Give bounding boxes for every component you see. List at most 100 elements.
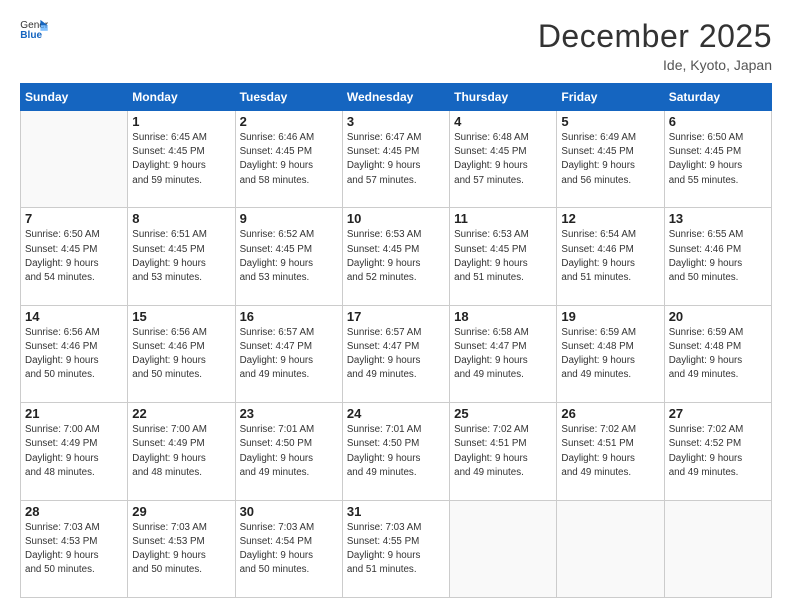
logo-icon: General Blue — [20, 18, 48, 40]
calendar-week-row: 7 Sunrise: 6:50 AMSunset: 4:45 PMDaylight… — [21, 208, 772, 305]
cell-info: Sunrise: 7:01 AMSunset: 4:50 PMDaylight:… — [240, 423, 338, 480]
svg-text:Blue: Blue — [20, 30, 42, 40]
cell-info: Sunrise: 6:58 AMSunset: 4:47 PMDaylight:… — [454, 326, 552, 383]
day-number: 23 — [240, 406, 338, 421]
col-thursday: Thursday — [450, 84, 557, 111]
table-row: 8Sunrise: 6:51 AMSunset: 4:45 PMDaylight… — [128, 208, 235, 305]
table-row: 18 Sunrise: 6:58 AMSunset: 4:47 PMDayligh… — [450, 305, 557, 402]
table-row: 10 Sunrise: 6:53 AMSunset: 4:45 PMDayligh… — [342, 208, 449, 305]
day-number: 31 — [347, 504, 445, 519]
table-row: 11 Sunrise: 6:53 AMSunset: 4:45 PMDayligh… — [450, 208, 557, 305]
cell-info: Sunrise: 7:03 AMSunset: 4:55 PMDaylight:… — [347, 521, 445, 578]
cell-info: Sunrise: 6:57 AMSunset: 4:47 PMDaylight:… — [347, 326, 445, 383]
table-row: 7 Sunrise: 6:50 AMSunset: 4:45 PMDaylight… — [21, 208, 128, 305]
table-row — [664, 500, 771, 597]
table-row: 23 Sunrise: 7:01 AMSunset: 4:50 PMDayligh… — [235, 403, 342, 500]
cell-info: Sunrise: 7:03 AMSunset: 4:54 PMDaylight:… — [240, 521, 338, 578]
cell-info: Sunrise: 6:45 AMSunset: 4:45 PMDaylight:… — [132, 131, 230, 188]
cell-info: Sunrise: 7:00 AMSunset: 4:49 PMDaylight:… — [25, 423, 123, 480]
day-number: 11 — [454, 211, 552, 226]
table-row: 28Sunrise: 7:03 AMSunset: 4:53 PMDayligh… — [21, 500, 128, 597]
table-row: 17 Sunrise: 6:57 AMSunset: 4:47 PMDayligh… — [342, 305, 449, 402]
cell-info: Sunrise: 6:46 AMSunset: 4:45 PMDaylight:… — [240, 131, 338, 188]
cell-info: Sunrise: 7:01 AMSunset: 4:50 PMDaylight:… — [347, 423, 445, 480]
table-row: 13 Sunrise: 6:55 AMSunset: 4:46 PMDayligh… — [664, 208, 771, 305]
table-row: 9 Sunrise: 6:52 AMSunset: 4:45 PMDaylight… — [235, 208, 342, 305]
cell-info: Sunrise: 7:03 AMSunset: 4:53 PMDaylight:… — [132, 521, 230, 578]
cell-info: Sunrise: 6:48 AMSunset: 4:45 PMDaylight:… — [454, 131, 552, 188]
col-monday: Monday — [128, 84, 235, 111]
page: General Blue December 2025 Ide, Kyoto, J… — [0, 0, 792, 612]
cell-info: Sunrise: 6:53 AMSunset: 4:45 PMDaylight:… — [454, 228, 552, 285]
calendar-week-row: 28 Sunrise: 7:03 AMSunset: 4:53 PMDayligh… — [21, 500, 772, 597]
day-number: 20 — [669, 309, 767, 324]
cell-info: Sunrise: 6:52 AMSunset: 4:45 PMDaylight:… — [240, 228, 338, 285]
cell-info: Sunrise: 6:57 AMSunset: 4:47 PMDaylight:… — [240, 326, 338, 383]
day-number: 7 — [25, 211, 123, 226]
cell-info: Sunrise: 6:59 AMSunset: 4:48 PMDaylight:… — [561, 326, 659, 383]
day-number: 28 — [25, 504, 123, 519]
col-saturday: Saturday — [664, 84, 771, 111]
col-sunday: Sunday — [21, 84, 128, 111]
day-number: 30 — [240, 504, 338, 519]
cell-info: Sunrise: 6:59 AMSunset: 4:48 PMDaylight:… — [669, 326, 767, 383]
cell-info: Sunrise: 6:49 AMSunset: 4:45 PMDaylight:… — [561, 131, 659, 188]
table-row: 15Sunrise: 6:56 AMSunset: 4:46 PMDayligh… — [128, 305, 235, 402]
table-row: 1Sunrise: 6:45 AMSunset: 4:45 PMDaylight… — [128, 111, 235, 208]
cell-info: Sunrise: 6:50 AMSunset: 4:45 PMDaylight:… — [669, 131, 767, 188]
day-number: 18 — [454, 309, 552, 324]
col-friday: Friday — [557, 84, 664, 111]
table-row: 25Sunrise: 7:02 AMSunset: 4:51 PMDayligh… — [450, 403, 557, 500]
cell-info: Sunrise: 6:56 AMSunset: 4:46 PMDaylight:… — [25, 326, 123, 383]
logo: General Blue — [20, 18, 48, 40]
table-row: 6Sunrise: 6:50 AMSunset: 4:45 PMDaylight… — [664, 111, 771, 208]
day-number: 22 — [132, 406, 230, 421]
day-number: 26 — [561, 406, 659, 421]
day-number: 10 — [347, 211, 445, 226]
day-number: 3 — [347, 114, 445, 129]
col-tuesday: Tuesday — [235, 84, 342, 111]
table-row: 3 Sunrise: 6:47 AMSunset: 4:45 PMDaylight… — [342, 111, 449, 208]
table-row — [450, 500, 557, 597]
table-row: 29 Sunrise: 7:03 AMSunset: 4:53 PMDayligh… — [128, 500, 235, 597]
cell-info: Sunrise: 6:47 AMSunset: 4:45 PMDaylight:… — [347, 131, 445, 188]
table-row: 19 Sunrise: 6:59 AMSunset: 4:48 PMDayligh… — [557, 305, 664, 402]
cell-info: Sunrise: 7:02 AMSunset: 4:52 PMDaylight:… — [669, 423, 767, 480]
title-block: December 2025 Ide, Kyoto, Japan — [538, 18, 772, 73]
cell-info: Sunrise: 6:53 AMSunset: 4:45 PMDaylight:… — [347, 228, 445, 285]
col-wednesday: Wednesday — [342, 84, 449, 111]
cell-info: Sunrise: 7:00 AMSunset: 4:49 PMDaylight:… — [132, 423, 230, 480]
month-title: December 2025 — [538, 18, 772, 55]
cell-info: Sunrise: 6:55 AMSunset: 4:46 PMDaylight:… — [669, 228, 767, 285]
day-number: 24 — [347, 406, 445, 421]
table-row — [21, 111, 128, 208]
location: Ide, Kyoto, Japan — [538, 57, 772, 73]
table-row: 4Sunrise: 6:48 AMSunset: 4:45 PMDaylight… — [450, 111, 557, 208]
day-number: 19 — [561, 309, 659, 324]
table-row: 12Sunrise: 6:54 AMSunset: 4:46 PMDayligh… — [557, 208, 664, 305]
table-row: 20 Sunrise: 6:59 AMSunset: 4:48 PMDayligh… — [664, 305, 771, 402]
table-row: 16 Sunrise: 6:57 AMSunset: 4:47 PMDayligh… — [235, 305, 342, 402]
cell-info: Sunrise: 7:02 AMSunset: 4:51 PMDaylight:… — [561, 423, 659, 480]
table-row: 21 Sunrise: 7:00 AMSunset: 4:49 PMDayligh… — [21, 403, 128, 500]
table-row: 26 Sunrise: 7:02 AMSunset: 4:51 PMDayligh… — [557, 403, 664, 500]
day-number: 21 — [25, 406, 123, 421]
day-number: 13 — [669, 211, 767, 226]
table-row: 22 Sunrise: 7:00 AMSunset: 4:49 PMDayligh… — [128, 403, 235, 500]
day-number: 9 — [240, 211, 338, 226]
day-number: 17 — [347, 309, 445, 324]
day-number: 27 — [669, 406, 767, 421]
day-number: 25 — [454, 406, 552, 421]
day-number: 29 — [132, 504, 230, 519]
day-number: 15 — [132, 309, 230, 324]
calendar-header-row: Sunday Monday Tuesday Wednesday Thursday… — [21, 84, 772, 111]
table-row: 5 Sunrise: 6:49 AMSunset: 4:45 PMDaylight… — [557, 111, 664, 208]
calendar-table: Sunday Monday Tuesday Wednesday Thursday… — [20, 83, 772, 598]
day-number: 5 — [561, 114, 659, 129]
table-row: 27 Sunrise: 7:02 AMSunset: 4:52 PMDayligh… — [664, 403, 771, 500]
cell-info: Sunrise: 6:50 AMSunset: 4:45 PMDaylight:… — [25, 228, 123, 285]
calendar-week-row: 14Sunrise: 6:56 AMSunset: 4:46 PMDayligh… — [21, 305, 772, 402]
day-number: 16 — [240, 309, 338, 324]
table-row: 31 Sunrise: 7:03 AMSunset: 4:55 PMDayligh… — [342, 500, 449, 597]
table-row: 30 Sunrise: 7:03 AMSunset: 4:54 PMDayligh… — [235, 500, 342, 597]
